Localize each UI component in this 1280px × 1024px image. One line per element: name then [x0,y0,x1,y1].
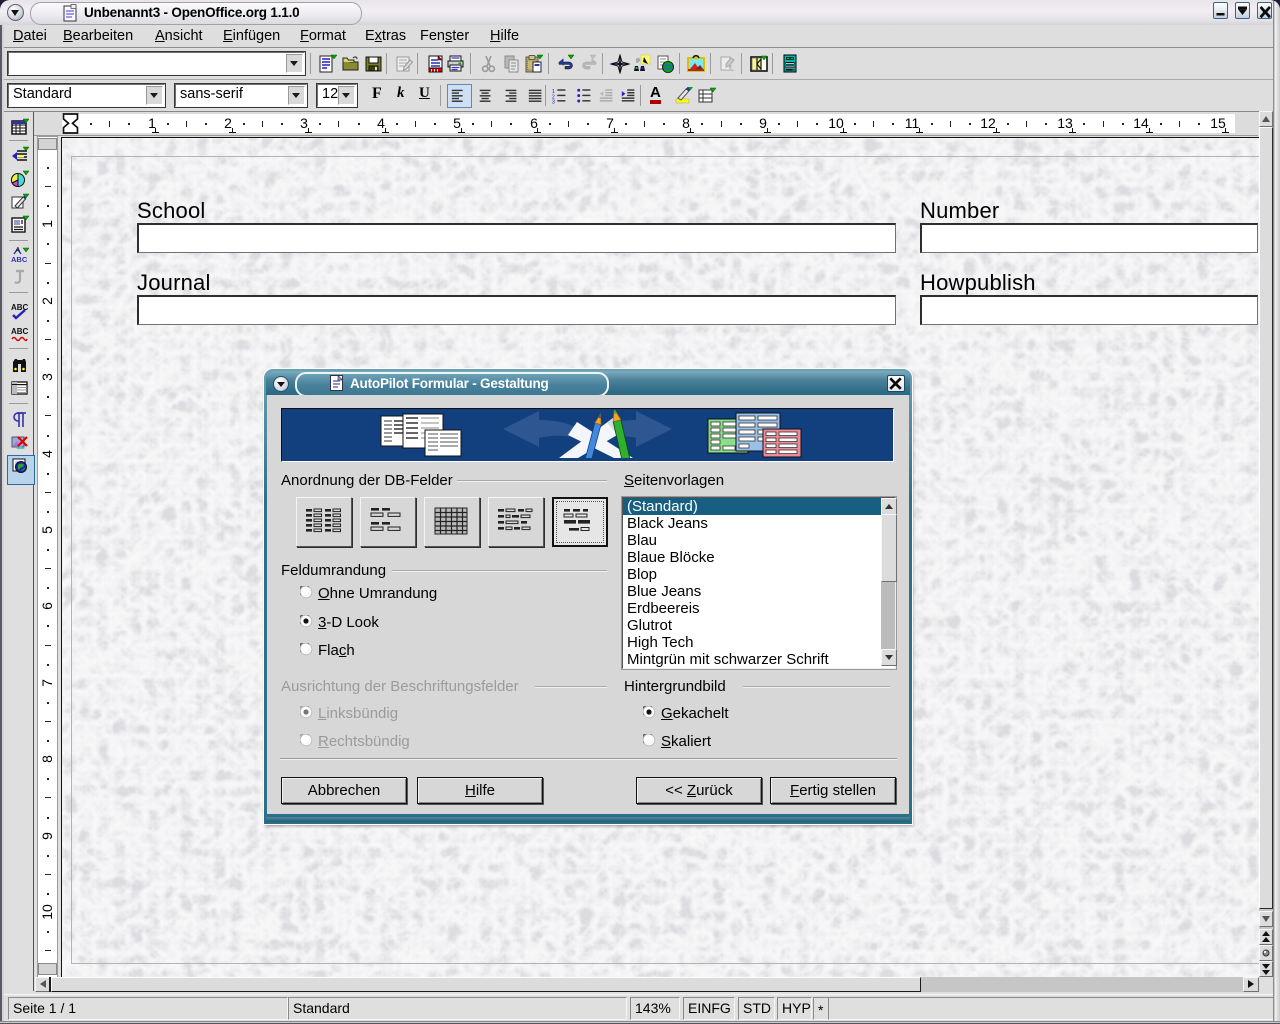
svg-text:A: A [16,247,21,254]
svg-text:ABC: ABC [11,255,28,264]
svg-text:ABC: ABC [11,303,29,312]
svg-text:3: 3 [552,100,555,106]
svg-text:ABC: ABC [11,327,29,336]
